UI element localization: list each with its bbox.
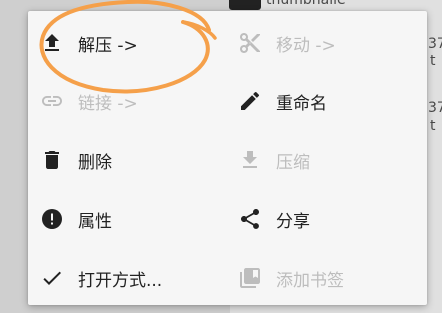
- cut-icon: [240, 33, 260, 53]
- menu-item-label: 重命名: [276, 93, 327, 114]
- menu-item-label: 链接 ->: [78, 93, 138, 114]
- menu-item-delete[interactable]: 删除: [28, 132, 227, 188]
- menu-item-bookmark[interactable]: 添加书签: [226, 250, 425, 306]
- menu-item-link[interactable]: 链接 ->: [28, 73, 227, 129]
- pencil-icon: [241, 91, 260, 110]
- context-menu: 解压 -> 移动 -> 链接 -> 重命名 删除 压缩 属性 分享 打开方式..…: [28, 11, 427, 305]
- thumbnail-file-name: thumbnaile: [266, 0, 346, 8]
- menu-item-label: 分享: [276, 211, 310, 232]
- menu-item-move[interactable]: 移动 ->: [226, 15, 425, 71]
- menu-item-properties[interactable]: 属性: [28, 191, 227, 247]
- menu-item-open-with[interactable]: 打开方式...: [28, 250, 227, 306]
- menu-item-label: 压缩: [276, 152, 310, 173]
- menu-item-extract[interactable]: 解压 ->: [28, 15, 227, 71]
- info-icon: [42, 209, 62, 229]
- file-meta-3: 37: [428, 100, 442, 116]
- menu-item-compress[interactable]: 压缩: [226, 132, 425, 188]
- file-thumbnail: [229, 0, 261, 10]
- menu-item-rename[interactable]: 重命名: [226, 73, 425, 129]
- menu-item-label: 添加书签: [276, 270, 344, 291]
- check-icon: [43, 271, 61, 285]
- menu-item-label: 移动 ->: [276, 35, 336, 56]
- link-icon: [42, 96, 62, 106]
- menu-item-label: 解压 ->: [78, 35, 138, 56]
- menu-item-label: 删除: [78, 152, 112, 173]
- bookmark-icon: [240, 268, 260, 288]
- share-icon: [241, 209, 259, 229]
- menu-item-label: 属性: [78, 211, 112, 232]
- upload-icon: [45, 34, 59, 51]
- trash-icon: [45, 151, 59, 169]
- menu-item-label: 打开方式...: [78, 270, 163, 291]
- file-meta-2: t: [430, 53, 436, 69]
- file-meta-4: t: [430, 118, 436, 134]
- file-meta-1: 37: [428, 36, 442, 52]
- download-icon: [243, 151, 257, 168]
- menu-item-share[interactable]: 分享: [226, 191, 425, 247]
